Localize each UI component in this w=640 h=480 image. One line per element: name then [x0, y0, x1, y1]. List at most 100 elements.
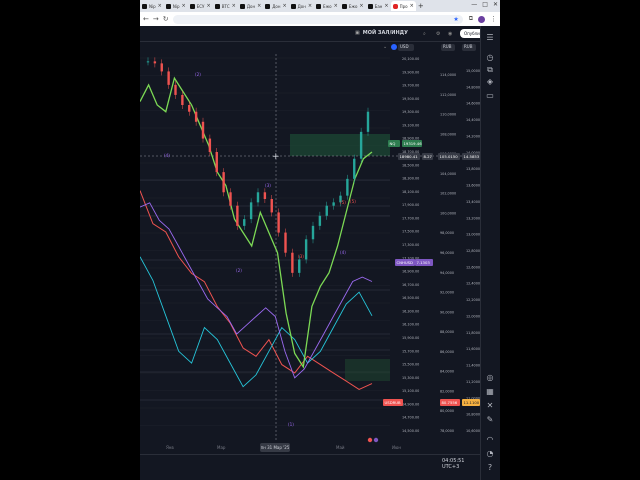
- reload-icon[interactable]: ↻: [163, 15, 169, 23]
- price-axis-label-mid: 96,0000: [440, 251, 454, 255]
- target-icon[interactable]: ◎: [485, 374, 495, 382]
- menu-icon[interactable]: ⋮: [490, 15, 497, 23]
- currency-select-right[interactable]: RUB: [462, 44, 476, 51]
- calendar-icon[interactable]: ▦: [485, 388, 495, 396]
- candle: [181, 94, 184, 105]
- browser-window: Nip × Nip × ЕСУ × ВТС × Дон × Дон × Дон × Ежо × Ежо × Бан ×…: [140, 0, 500, 480]
- currency-select-mid[interactable]: RUB: [441, 44, 455, 51]
- extensions-icon[interactable]: ⧉: [469, 15, 473, 23]
- price-axis-label-right: 12,0000: [466, 314, 480, 318]
- price-axis-label-left: 18,500.00: [402, 163, 419, 167]
- candle: [270, 199, 273, 213]
- currency-lock-icon[interactable]: [391, 44, 397, 50]
- alert-clock-icon[interactable]: ◷: [485, 54, 495, 62]
- candle: [325, 205, 328, 216]
- candle: [304, 239, 308, 260]
- candle: [353, 158, 356, 179]
- forward-icon[interactable]: →: [153, 15, 159, 23]
- bookmark-star-icon[interactable]: ★: [453, 16, 458, 23]
- price-axis-label-right: 13,6000: [466, 184, 480, 188]
- candle: [167, 71, 170, 85]
- browser-tab[interactable]: Nip ×: [140, 1, 164, 11]
- browser-tab[interactable]: Ежо ×: [314, 1, 340, 11]
- browser-tab[interactable]: Nip ×: [164, 1, 188, 11]
- browser-tab[interactable]: ВТС ×: [213, 1, 238, 11]
- close-tab-icon[interactable]: ×: [282, 3, 286, 9]
- price-axis-label-mid: 80,0000: [440, 409, 454, 413]
- clock-readout[interactable]: 04:05:51 UTC+3: [442, 458, 480, 470]
- cnhusd-label-badge: CNHUSD: [397, 260, 414, 265]
- close-tab-icon[interactable]: ×: [182, 3, 186, 9]
- close-tab-icon[interactable]: ×: [206, 3, 210, 9]
- price-axis-label-mid: 78,0000: [440, 429, 454, 433]
- profile-avatar[interactable]: [478, 15, 485, 23]
- browser-tab[interactable]: Про ×: [390, 1, 416, 11]
- close-tab-icon[interactable]: ×: [308, 3, 312, 9]
- wave-label: (3): [265, 183, 271, 188]
- browser-tab[interactable]: Ежо ×: [340, 1, 366, 11]
- price-axis-label-left: 19,100.00: [402, 123, 419, 127]
- time-label: Янв: [166, 445, 174, 450]
- price-axis-label-mid: 112,0000: [440, 93, 456, 97]
- layout-title[interactable]: ▣ МОЙ ЗАЛ/ИНДУ: [355, 30, 408, 36]
- price-axis-label-left: 17,500.00: [402, 230, 419, 234]
- close-tab-icon[interactable]: ×: [158, 3, 162, 9]
- candle: [201, 121, 205, 139]
- pencil-icon[interactable]: ✎: [485, 416, 495, 424]
- browser-tab[interactable]: Дон ×: [263, 1, 288, 11]
- price-axis-label-left: 16,300.00: [402, 309, 419, 313]
- price-axis-label-right: 10,8000: [466, 413, 480, 417]
- browser-tab[interactable]: Дон ×: [289, 1, 314, 11]
- close-tab-icon[interactable]: ×: [257, 3, 261, 9]
- close-tab-icon[interactable]: ×: [410, 3, 414, 9]
- candle: [311, 225, 315, 240]
- support-zone: [345, 359, 390, 381]
- camera-icon[interactable]: ◉: [448, 31, 452, 37]
- tv-icon: [341, 3, 347, 9]
- price-axis-label-right: 12,6000: [466, 265, 480, 269]
- candle: [188, 105, 191, 112]
- notification-icon[interactable]: ◔: [485, 450, 495, 458]
- price-axis-label-mid: 114,0000: [440, 73, 456, 77]
- close-window-button[interactable]: ✕: [493, 1, 498, 8]
- settings-icon[interactable]: ⚙: [436, 31, 440, 37]
- time-label: Июн: [392, 445, 401, 450]
- price-axis-label-mid: 98,0000: [440, 231, 454, 235]
- tab-title: Про: [399, 3, 408, 9]
- youtube-icon: [392, 3, 398, 9]
- price-axis-label-left: 17,700.00: [402, 216, 419, 220]
- price-axis-label-left: 17,900.00: [402, 203, 419, 207]
- crosshair-tool-icon[interactable]: ✕: [485, 402, 495, 410]
- currency-select-left[interactable]: USD: [398, 44, 414, 51]
- candle: [284, 232, 287, 253]
- browser-tab[interactable]: ЕСУ ×: [188, 1, 213, 11]
- url-input[interactable]: ★: [172, 14, 463, 24]
- crosshair-mid-badge: 105.0150: [440, 154, 459, 159]
- broadcast-icon[interactable]: ◠: [485, 436, 495, 444]
- scale-toggle-icon[interactable]: ⌄: [383, 44, 387, 50]
- price-chart[interactable]: +20,100.00 19,900.00 19,700.00 19,500.00 19,…: [140, 54, 480, 454]
- wave-label: (4): [340, 250, 346, 255]
- minimize-button[interactable]: —: [471, 1, 477, 8]
- new-tab-button[interactable]: +: [418, 2, 424, 10]
- maximize-button[interactable]: □: [482, 1, 488, 8]
- time-cursor-label: пн 31 Мар '25: [260, 443, 290, 452]
- close-tab-icon[interactable]: ×: [384, 3, 388, 9]
- watchlist-icon[interactable]: ☰: [485, 34, 495, 42]
- search-icon[interactable]: ⌕: [423, 31, 426, 37]
- object-tree-icon[interactable]: ⧉: [485, 66, 495, 74]
- chat-icon[interactable]: ▭: [485, 92, 495, 100]
- layers-icon[interactable]: ◈: [485, 78, 495, 86]
- candle: [153, 61, 157, 64]
- time-axis[interactable]: Янв Мар пн 31 Мар '25 Май Июн: [140, 442, 480, 454]
- price-axis-label-left: 15,700.00: [402, 349, 419, 353]
- close-tab-icon[interactable]: ×: [334, 3, 338, 9]
- browser-tab[interactable]: Дон ×: [238, 1, 263, 11]
- back-icon[interactable]: ←: [143, 15, 149, 23]
- price-axis-label-mid: 108,0000: [440, 132, 456, 136]
- tv-icon: [265, 3, 271, 9]
- browser-tab[interactable]: Бан ×: [366, 1, 391, 11]
- help-icon[interactable]: ?: [485, 464, 495, 472]
- close-tab-icon[interactable]: ×: [232, 3, 236, 9]
- close-tab-icon[interactable]: ×: [359, 3, 363, 9]
